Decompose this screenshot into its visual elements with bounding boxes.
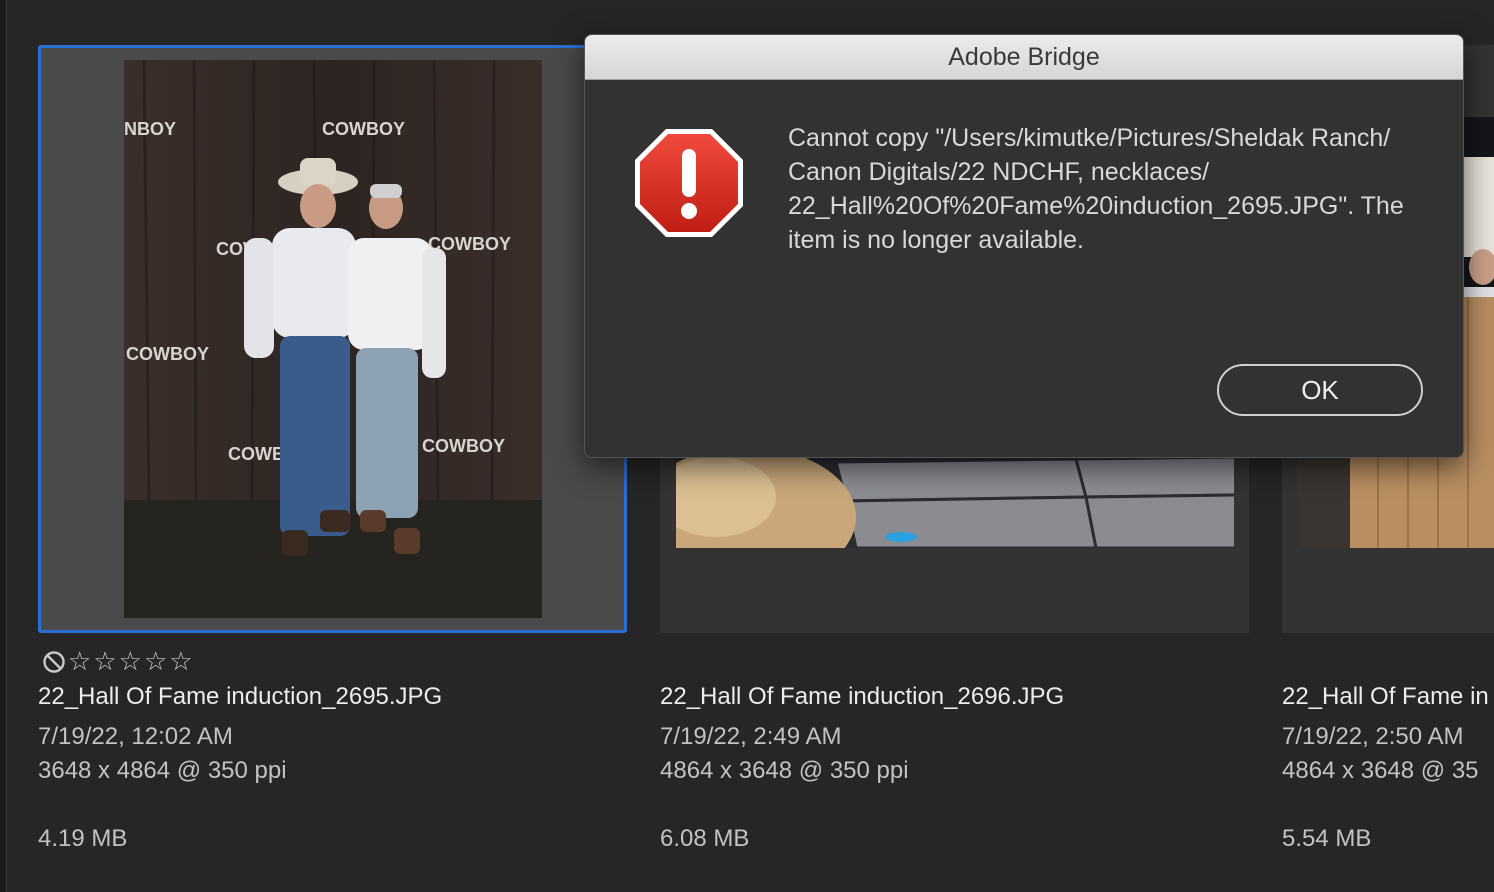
star-icon[interactable]: ☆ <box>119 646 142 677</box>
star-icon[interactable]: ☆ <box>68 646 91 677</box>
thumbnail-dimensions: 3648 x 4864 @ 350 ppi <box>38 757 287 784</box>
photo-image-couple: NBOY COWBOY COW COWBOY COWBOYCOWBO COWBOY <box>124 60 542 618</box>
thumbnail-photo-1: NBOY COWBOY COW COWBOY COWBOY COWBO COWBOY <box>124 60 542 618</box>
thumbnail-filesize: 6.08 MB <box>660 825 750 852</box>
dialog-titlebar[interactable]: Adobe Bridge <box>585 35 1463 80</box>
thumbnail-filesize: 5.54 MB <box>1282 825 1372 852</box>
thumbnail-date: 7/19/22, 2:50 AM <box>1282 723 1464 750</box>
svg-text:NBOY: NBOY <box>124 119 176 139</box>
left-panel-edge <box>0 0 7 892</box>
thumbnail-filename[interactable]: 22_Hall Of Fame induction_2696.JPG <box>660 680 1064 714</box>
reject-icon[interactable] <box>42 650 66 674</box>
thumbnail-filename[interactable]: 22_Hall Of Fame in <box>1282 680 1489 714</box>
svg-text:COWBOY: COWBOY <box>422 436 505 456</box>
thumbnail-filesize: 4.19 MB <box>38 825 128 852</box>
svg-text:COWBOY: COWBOY <box>126 344 209 364</box>
thumbnail-date: 7/19/22, 12:02 AM <box>38 723 233 750</box>
thumbnail-date: 7/19/22, 2:49 AM <box>660 723 842 750</box>
star-icon[interactable]: ☆ <box>169 646 192 677</box>
stop-alert-icon <box>635 129 743 237</box>
alert-dialog: Adobe Bridge Cannot copy "/Users/kimutke… <box>584 34 1464 458</box>
star-icon[interactable]: ☆ <box>144 646 167 677</box>
star-rating[interactable]: ☆ ☆ ☆ ☆ ☆ <box>42 646 193 677</box>
dialog-title: Adobe Bridge <box>948 42 1100 71</box>
thumbnail-dimensions: 4864 x 3648 @ 35 <box>1282 757 1479 784</box>
thumbnail-filename[interactable]: 22_Hall Of Fame induction_2695.JPG <box>38 680 442 714</box>
thumbnail-frame-selected[interactable]: NBOY COWBOY COW COWBOY COWBOY COWBO COWBOY <box>38 45 627 633</box>
star-icon[interactable]: ☆ <box>93 646 116 677</box>
svg-text:COWBOY: COWBOY <box>322 119 405 139</box>
thumbnail-dimensions: 4864 x 3648 @ 350 ppi <box>660 757 909 784</box>
ok-button[interactable]: OK <box>1217 364 1423 416</box>
dialog-message: Cannot copy "/Users/kimutke/Pictures/She… <box>788 124 1404 254</box>
